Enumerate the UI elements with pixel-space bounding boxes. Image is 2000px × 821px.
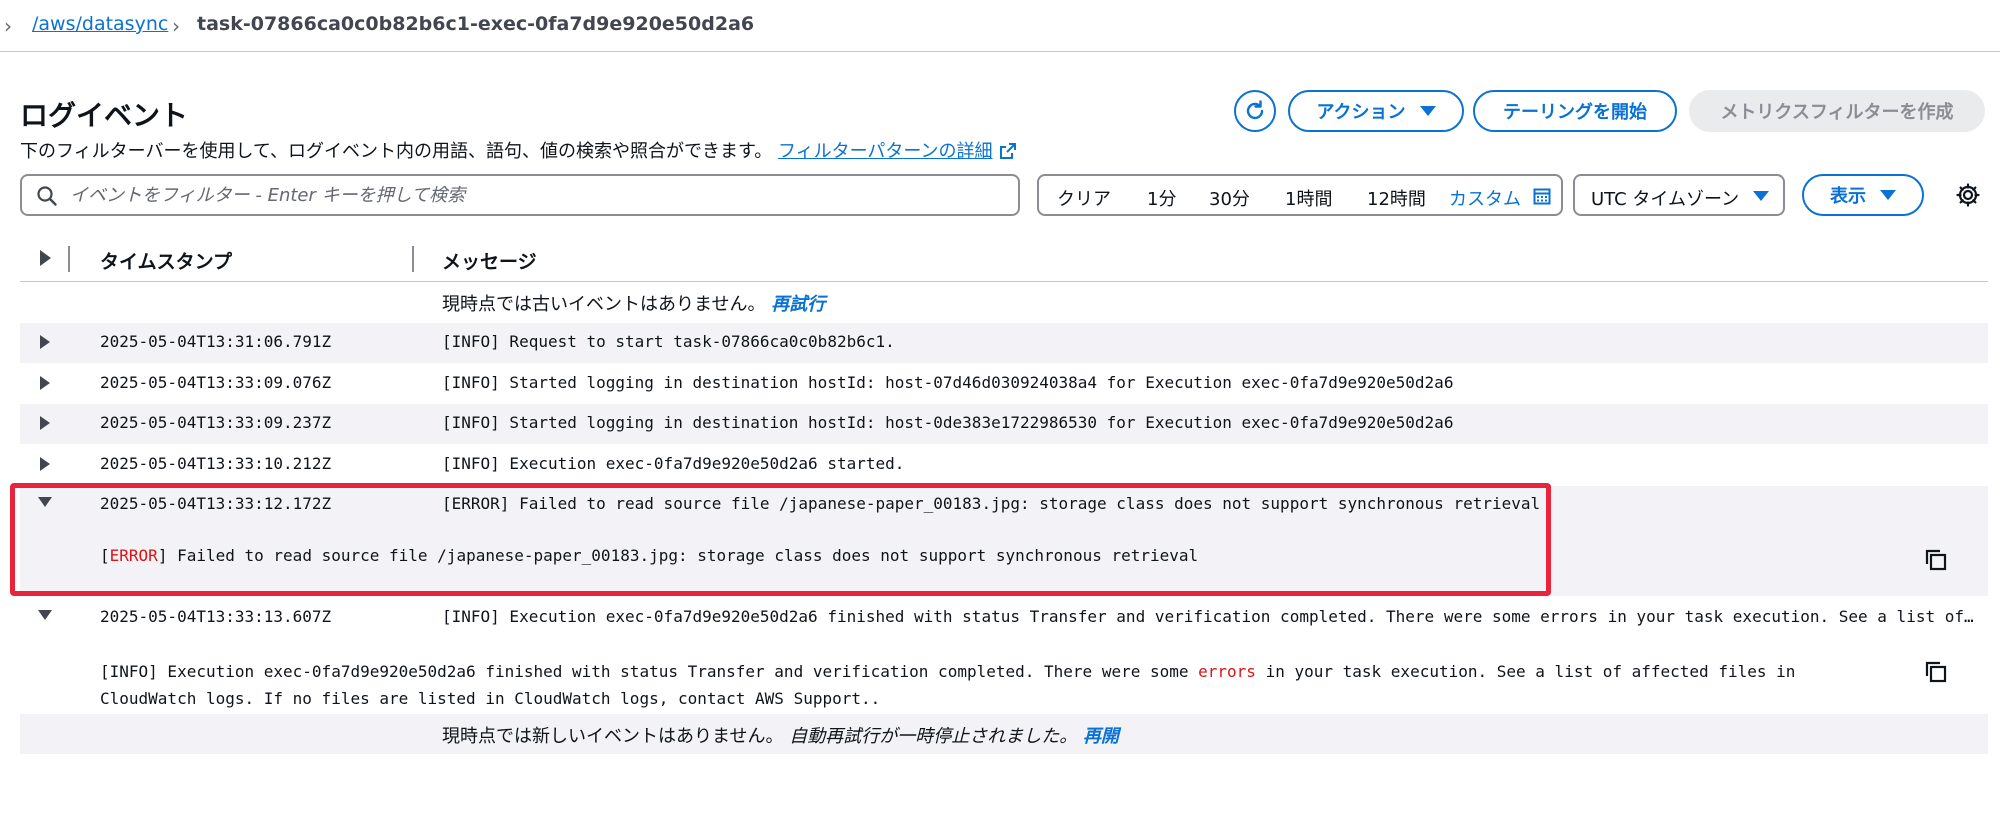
collapse-row-icon[interactable] xyxy=(38,610,52,620)
time-range-selector: クリア 1分 30分 1時間 12時間 カスタム xyxy=(1037,174,1563,216)
page-title: ログイベント xyxy=(20,99,189,132)
caret-down-icon xyxy=(1419,106,1436,116)
page-description: 下のフィルターバーを使用して、ログイベント内の用語、語句、値の検索や照合ができま… xyxy=(20,137,1017,163)
time-range-custom[interactable]: カスタム xyxy=(1449,185,1521,211)
row-timestamp: 2025-05-04T13:33:13.607Z xyxy=(100,607,332,626)
auto-retry-paused-text: 自動再試行が一時停止されました。 xyxy=(789,726,1078,747)
table-row[interactable]: 2025-05-04T13:33:09.237Z [INFO] Started … xyxy=(20,404,1988,444)
column-header-message[interactable]: メッセージ xyxy=(442,247,537,274)
time-range-1h[interactable]: 1時間 xyxy=(1285,185,1332,211)
expand-all-icon[interactable] xyxy=(40,250,51,266)
display-button-label: 表示 xyxy=(1830,186,1866,207)
search-icon xyxy=(37,186,57,206)
row-timestamp: 2025-05-04T13:33:09.237Z xyxy=(100,413,332,432)
actions-button[interactable]: アクション xyxy=(1288,90,1464,132)
column-divider[interactable] xyxy=(68,246,70,272)
timezone-select[interactable]: UTC タイムゾーン xyxy=(1573,174,1785,216)
expanded-info-text-before: [INFO] Execution exec-0fa7d9e920e50d2a6 … xyxy=(100,662,1199,681)
calendar-icon[interactable] xyxy=(1533,187,1551,205)
start-tailing-label: テーリングを開始 xyxy=(1503,102,1647,123)
external-link-icon xyxy=(999,143,1016,159)
gear-icon[interactable] xyxy=(1955,182,1981,208)
no-older-events-text: 現時点では古いイベントはありません。 xyxy=(442,294,766,315)
breadcrumb-current: task-07866ca0c0b82b6c1-exec-0fa7d9e920e5… xyxy=(197,13,755,35)
refresh-button[interactable] xyxy=(1234,90,1276,132)
create-metric-filter-label: メトリクスフィルターを作成 xyxy=(1720,102,1954,123)
breadcrumb: › /aws/datasync › task-07866ca0c0b82b6c1… xyxy=(0,0,2000,52)
error-highlight-box xyxy=(10,483,1551,596)
time-range-1m[interactable]: 1分 xyxy=(1147,185,1176,211)
breadcrumb-link-datasync[interactable]: /aws/datasync xyxy=(32,13,168,35)
row-timestamp: 2025-05-04T13:31:06.791Z xyxy=(100,332,332,351)
filter-pattern-link-label: フィルターパターンの詳細 xyxy=(777,141,993,162)
no-newer-events-notice: 現時点では新しいイベントはありません。 自動再試行が一時停止されました。 再開 xyxy=(442,722,1119,748)
create-metric-filter-button[interactable]: メトリクスフィルターを作成 xyxy=(1689,90,1985,132)
no-newer-events-text: 現時点では新しいイベントはありません。 xyxy=(442,726,784,747)
column-header-timestamp[interactable]: タイムスタンプ xyxy=(100,247,232,274)
expand-row-icon[interactable] xyxy=(40,335,50,349)
time-range-30m[interactable]: 30分 xyxy=(1209,185,1250,211)
retry-link[interactable]: 再試行 xyxy=(771,294,825,315)
copy-icon[interactable] xyxy=(1924,548,1948,572)
caret-down-icon xyxy=(1753,191,1769,201)
description-text: 下のフィルターバーを使用して、ログイベント内の用語、語句、値の検索や照合ができま… xyxy=(20,141,773,162)
row-timestamp: 2025-05-04T13:33:09.076Z xyxy=(100,373,332,392)
row-message: [INFO] Execution exec-0fa7d9e920e50d2a6 … xyxy=(442,454,905,473)
row-timestamp: 2025-05-04T13:33:10.212Z xyxy=(100,454,332,473)
table-row[interactable]: 2025-05-04T13:31:06.791Z [INFO] Request … xyxy=(20,323,1988,363)
start-tailing-button[interactable]: テーリングを開始 xyxy=(1473,90,1677,132)
table-row[interactable]: 2025-05-04T13:33:09.076Z [INFO] Started … xyxy=(20,364,1988,404)
chevron-right-icon: › xyxy=(4,14,12,38)
chevron-right-icon: › xyxy=(172,14,180,38)
resume-link[interactable]: 再開 xyxy=(1083,726,1119,747)
table-row[interactable]: 2025-05-04T13:33:10.212Z [INFO] Executio… xyxy=(20,445,1988,485)
filter-search xyxy=(20,174,1020,216)
expanded-info-row[interactable]: 2025-05-04T13:33:13.607Z [INFO] Executio… xyxy=(20,600,1988,718)
column-divider[interactable] xyxy=(412,246,414,272)
expand-row-icon[interactable] xyxy=(40,376,50,390)
filter-events-input[interactable] xyxy=(70,182,1000,208)
no-newer-events-row: 現時点では新しいイベントはありません。 自動再試行が一時停止されました。 再開 xyxy=(20,714,1988,754)
time-range-clear[interactable]: クリア xyxy=(1057,185,1111,211)
filter-pattern-link[interactable]: フィルターパターンの詳細 xyxy=(778,141,1017,162)
expanded-message: [INFO] Execution exec-0fa7d9e920e50d2a6 … xyxy=(100,658,1820,712)
no-older-events-notice: 現時点では古いイベントはありません。 再試行 xyxy=(442,290,825,316)
actions-button-label: アクション xyxy=(1316,102,1406,123)
refresh-icon xyxy=(1246,100,1264,120)
row-message: [INFO] Execution exec-0fa7d9e920e50d2a6 … xyxy=(442,607,1982,626)
display-button[interactable]: 表示 xyxy=(1802,174,1924,216)
errors-keyword: errors xyxy=(1198,662,1256,681)
timezone-label: UTC タイムゾーン xyxy=(1591,189,1740,210)
expand-row-icon[interactable] xyxy=(40,457,50,471)
row-message: [INFO] Started logging in destination ho… xyxy=(442,413,1454,432)
row-message: [INFO] Request to start task-07866ca0c0b… xyxy=(442,332,895,351)
expand-row-icon[interactable] xyxy=(40,416,50,430)
time-range-12h[interactable]: 12時間 xyxy=(1367,185,1426,211)
table-header: タイムスタンプ メッセージ xyxy=(20,236,1988,282)
row-message: [INFO] Started logging in destination ho… xyxy=(442,373,1454,392)
caret-down-icon xyxy=(1880,190,1896,200)
copy-icon[interactable] xyxy=(1924,660,1948,684)
